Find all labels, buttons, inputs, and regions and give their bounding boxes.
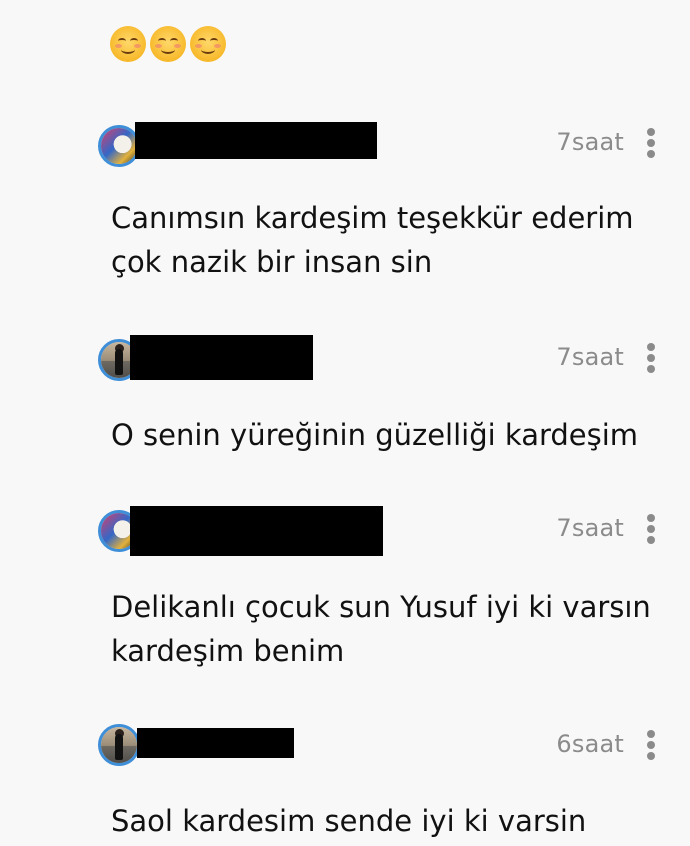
redacted-username bbox=[137, 728, 294, 758]
comment-text-line: Delikanlı çocuk sun Yusuf iyi ki varsın bbox=[111, 590, 651, 624]
comment-text: Canımsın kardeşim teşekkür ederim çok na… bbox=[111, 196, 671, 284]
emoji-row bbox=[110, 26, 226, 62]
smiling-face-icon bbox=[190, 26, 226, 62]
smiling-face-icon bbox=[150, 26, 186, 62]
comment-text-line: Saol kardesim sende iyi ki varsin bbox=[111, 804, 587, 838]
comment-time: 7saat bbox=[556, 128, 624, 156]
comment-text: Delikanlı çocuk sun Yusuf iyi ki varsın … bbox=[111, 585, 671, 673]
comment-text-line: kardeşim benim bbox=[111, 634, 345, 668]
comment-time: 7saat bbox=[556, 343, 624, 371]
more-options-icon[interactable] bbox=[644, 730, 658, 760]
smiling-face-icon bbox=[110, 26, 146, 62]
avatar[interactable] bbox=[98, 125, 140, 167]
redacted-username bbox=[135, 122, 377, 159]
redacted-username bbox=[130, 506, 383, 556]
more-options-icon[interactable] bbox=[644, 514, 658, 544]
comment-text-line: O senin yüreğinin güzelliği kardeşim bbox=[111, 418, 639, 452]
comment-time: 6saat bbox=[556, 730, 624, 758]
comment-time: 7saat bbox=[556, 514, 624, 542]
more-options-icon[interactable] bbox=[644, 343, 658, 373]
comment-text-line: çok nazik bir insan sin bbox=[111, 245, 433, 279]
comment-text-line: Canımsın kardeşim teşekkür ederim bbox=[111, 201, 634, 235]
redacted-username bbox=[130, 335, 313, 380]
comment-text: Saol kardesim sende iyi ki varsin bbox=[111, 799, 671, 843]
avatar[interactable] bbox=[98, 724, 140, 766]
more-options-icon[interactable] bbox=[644, 128, 658, 158]
comment-text: O senin yüreğinin güzelliği kardeşim bbox=[111, 413, 671, 457]
